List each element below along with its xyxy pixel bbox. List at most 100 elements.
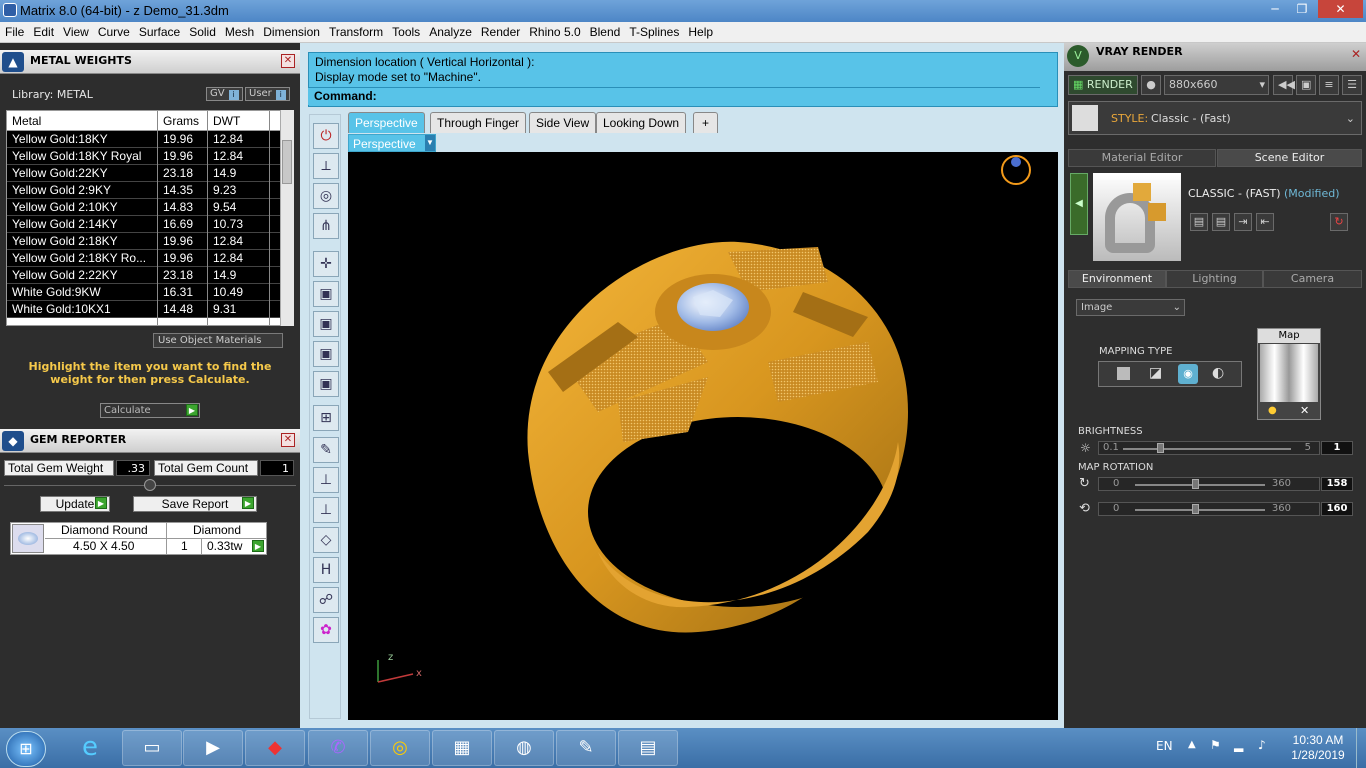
- language-indicator[interactable]: EN: [1156, 739, 1173, 753]
- planar-icon[interactable]: [1117, 367, 1130, 380]
- menu-analyze[interactable]: Analyze: [424, 22, 476, 39]
- menu-view[interactable]: View: [58, 22, 93, 39]
- map-thumbnail[interactable]: [1260, 344, 1318, 402]
- resolution-select[interactable]: 880x660 ▾: [1164, 75, 1269, 95]
- nodes-icon[interactable]: ⋔: [313, 213, 339, 239]
- brightness-value[interactable]: 1: [1321, 441, 1353, 455]
- metal-table-row[interactable]: Yellow Gold 2:22KY 23.18 14.9: [7, 267, 293, 284]
- viewport-3d[interactable]: z x: [348, 152, 1058, 720]
- tab-through-finger[interactable]: Through Finger: [430, 112, 527, 133]
- metal-table-row[interactable]: Yellow Gold 2:18KY Ro... 19.96 12.84: [7, 250, 293, 267]
- menu-rhino[interactable]: Rhino 5.0: [524, 22, 584, 39]
- splitter-handle[interactable]: [144, 479, 156, 491]
- menu-render[interactable]: Render: [476, 22, 524, 39]
- rotation-vertical-slider[interactable]: 0 360: [1098, 502, 1320, 516]
- collapse-arrow-icon[interactable]: ◀: [1070, 173, 1088, 235]
- paint-icon[interactable]: ✎: [556, 730, 616, 766]
- gem-reporter-close-icon[interactable]: ✕: [281, 433, 295, 447]
- list-icon[interactable]: ≡: [1319, 75, 1339, 95]
- tab-perspective[interactable]: Perspective: [348, 112, 425, 133]
- tab-side-view[interactable]: Side View: [529, 112, 597, 133]
- save-icon[interactable]: ▤: [1190, 213, 1208, 231]
- use-object-materials-checkbox[interactable]: Use Object Materials: [153, 333, 283, 348]
- gv-toggle[interactable]: GV i: [206, 87, 243, 101]
- menu-mesh[interactable]: Mesh: [220, 22, 258, 39]
- environment-source-select[interactable]: Image ⌄: [1076, 299, 1185, 316]
- play-icon[interactable]: ▶: [186, 404, 198, 416]
- action-center-icon[interactable]: ⚑: [1210, 738, 1221, 752]
- rotation-horizontal-slider[interactable]: 0 360: [1098, 477, 1320, 491]
- metal-table-row[interactable]: Yellow Gold:22KY 23.18 14.9: [7, 165, 293, 182]
- calculate-button[interactable]: Calculate: [100, 403, 200, 418]
- metal-table-scrollbar[interactable]: [280, 110, 294, 326]
- angular-icon[interactable]: ◐: [1212, 365, 1224, 381]
- clock[interactable]: 10:30 AM 1/28/2019: [1283, 733, 1353, 763]
- play-icon[interactable]: ▶: [252, 540, 264, 552]
- render-button[interactable]: ▦ RENDER: [1068, 75, 1138, 95]
- gumball-icon[interactable]: ✛: [313, 251, 339, 277]
- metal-table-row[interactable]: Yellow Gold 2:9KY 14.35 9.23: [7, 182, 293, 199]
- save-as-icon[interactable]: ▤: [1212, 213, 1230, 231]
- menu-transform[interactable]: Transform: [324, 22, 387, 39]
- remove-map-icon[interactable]: ✕: [1300, 404, 1309, 417]
- chrome-icon[interactable]: ◎: [370, 730, 430, 766]
- grid-snap-icon[interactable]: ⊞: [313, 405, 339, 431]
- tab-environment[interactable]: Environment: [1068, 270, 1166, 288]
- frame-icon[interactable]: ▣: [1296, 75, 1316, 95]
- menu-tools[interactable]: Tools: [387, 22, 424, 39]
- network-icon[interactable]: ▂: [1234, 738, 1243, 752]
- metal-table-row[interactable]: Yellow Gold 2:18KY 19.96 12.84: [7, 233, 293, 250]
- tab-scene-editor[interactable]: Scene Editor: [1217, 149, 1362, 167]
- chevron-down-icon[interactable]: ▼: [425, 135, 435, 151]
- ortho-off-icon[interactable]: ⊥: [313, 467, 339, 493]
- cube-icon[interactable]: ▣: [313, 311, 339, 337]
- matrix-app-icon[interactable]: ◍: [494, 730, 554, 766]
- control-panel-icon[interactable]: ▦: [432, 730, 492, 766]
- metal-table-row[interactable]: Yellow Gold 2:10KY 14.83 9.54: [7, 199, 293, 216]
- game-app-icon[interactable]: ◆: [245, 730, 305, 766]
- tab-camera[interactable]: Camera: [1263, 270, 1362, 288]
- cube-icon[interactable]: ▣: [313, 341, 339, 367]
- user-toggle[interactable]: User i: [245, 87, 290, 101]
- tray-arrow-icon[interactable]: ▲: [1188, 739, 1196, 750]
- file-explorer-icon[interactable]: ▭: [122, 730, 182, 766]
- show-desktop-button[interactable]: [1356, 728, 1366, 768]
- minimize-button[interactable]: ─: [1262, 0, 1288, 18]
- viewport-label[interactable]: Perspective ▼: [348, 134, 436, 152]
- internet-explorer-icon[interactable]: e: [60, 730, 120, 766]
- save-report-button[interactable]: Save Report: [133, 496, 257, 512]
- tab-looking-down[interactable]: Looking Down: [596, 112, 687, 133]
- media-player-icon[interactable]: ▶: [183, 730, 243, 766]
- power-icon[interactable]: ⏻: [313, 123, 339, 149]
- col-metal[interactable]: Metal: [12, 114, 41, 128]
- cube-map-icon[interactable]: ◪: [1149, 365, 1162, 381]
- command-input[interactable]: Command:: [308, 87, 1040, 105]
- menu-help[interactable]: Help: [683, 22, 717, 39]
- viber-icon[interactable]: ✆: [308, 730, 368, 766]
- spherical-icon[interactable]: ◉: [1178, 364, 1198, 384]
- menu-solid[interactable]: Solid: [184, 22, 220, 39]
- globe-icon[interactable]: ◎: [313, 183, 339, 209]
- maximize-button[interactable]: ❐: [1289, 0, 1315, 18]
- color-picker-icon[interactable]: ●: [1268, 405, 1277, 416]
- walk-icon[interactable]: ☍: [313, 587, 339, 613]
- metal-table-row[interactable]: Yellow Gold 2:14KY 16.69 10.73: [7, 216, 293, 233]
- import-icon[interactable]: ⇤: [1256, 213, 1274, 231]
- menu-tsplines[interactable]: T-Splines: [624, 22, 683, 39]
- cube-icon[interactable]: ▣: [313, 281, 339, 307]
- brightness-slider[interactable]: 0.1 5: [1098, 441, 1320, 455]
- metal-table-row[interactable]: White Gold:10KX1 14.48 9.31: [7, 301, 293, 318]
- metal-table-row[interactable]: White Gold:9KW 16.31 10.49: [7, 284, 293, 301]
- vray-close-icon[interactable]: ✕: [1351, 47, 1361, 61]
- menu-curve[interactable]: Curve: [93, 22, 134, 39]
- metal-table-row[interactable]: Yellow Gold:18KY 19.96 12.84: [7, 131, 293, 148]
- start-button[interactable]: ⊞: [6, 731, 46, 767]
- cube-icon[interactable]: ▣: [313, 371, 339, 397]
- measure-icon[interactable]: ◇: [313, 527, 339, 553]
- notepad-icon[interactable]: ▤: [618, 730, 678, 766]
- axis-icon[interactable]: ⟂: [313, 153, 339, 179]
- rewind-icon[interactable]: ◀◀: [1273, 75, 1295, 95]
- tab-lighting[interactable]: Lighting: [1166, 270, 1263, 288]
- close-button[interactable]: ✕: [1318, 0, 1363, 18]
- menu-file[interactable]: File: [0, 22, 28, 39]
